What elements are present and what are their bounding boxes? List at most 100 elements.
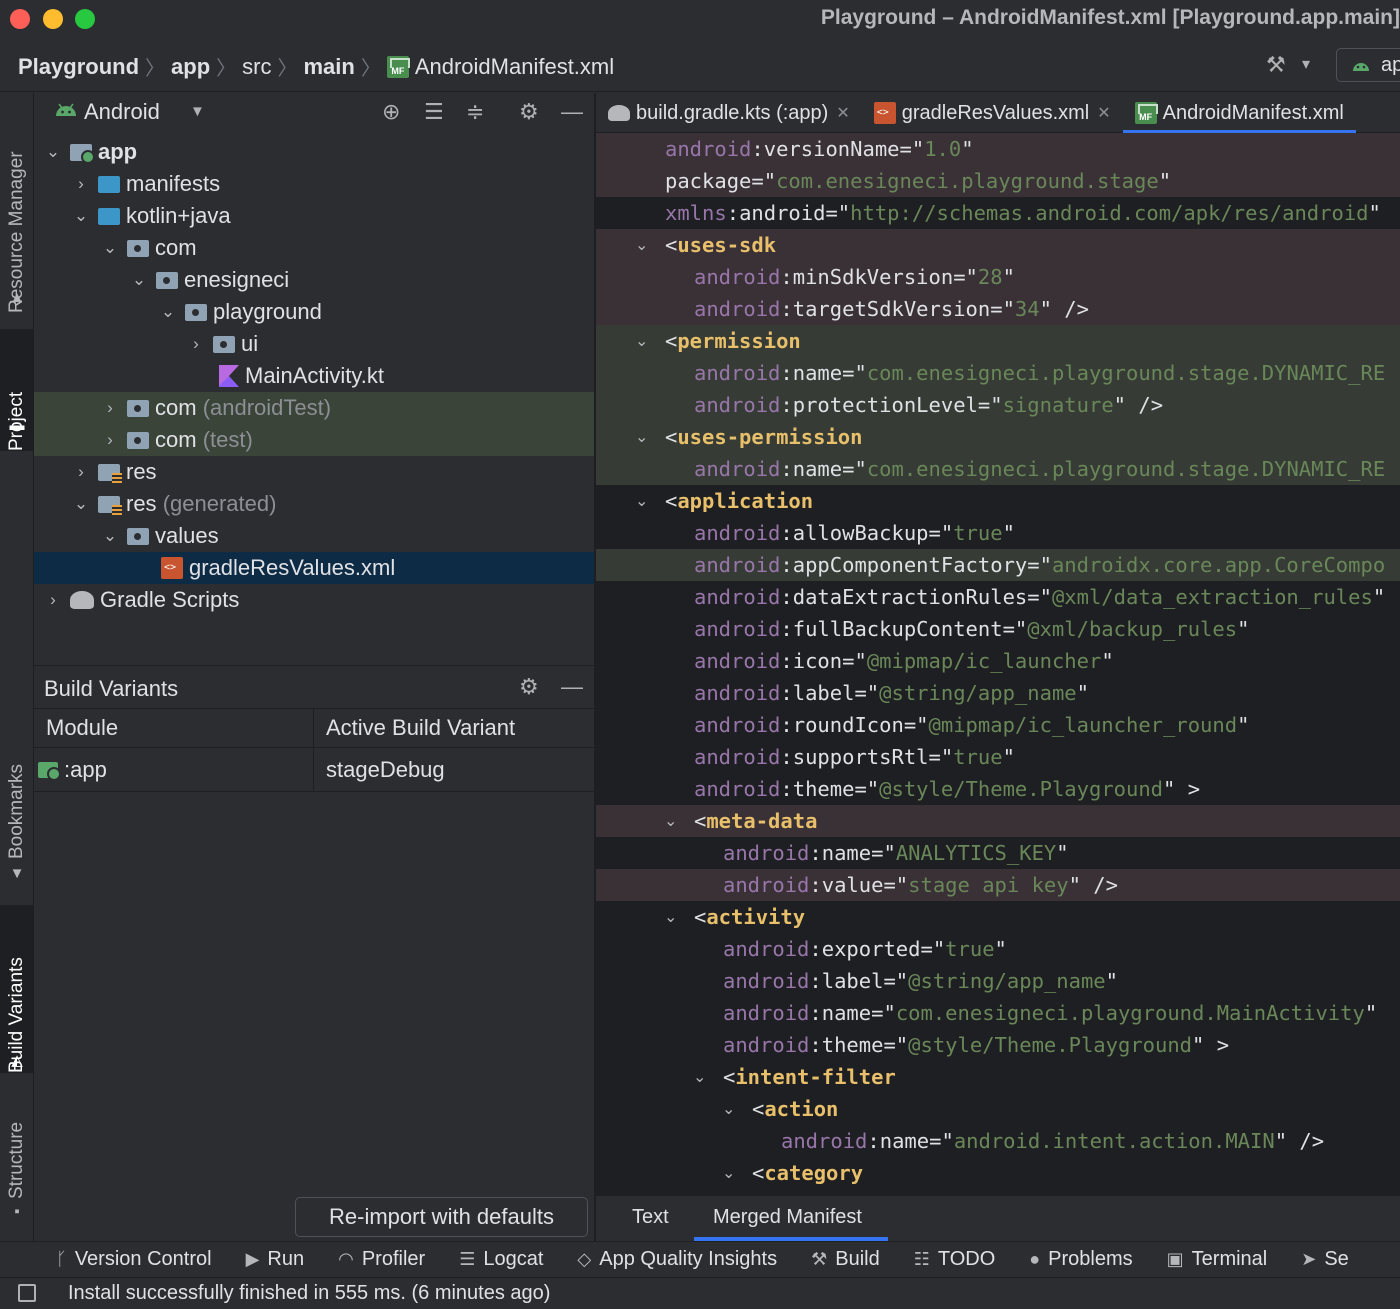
minimize-window-button[interactable] [43,9,63,29]
code-line[interactable]: android:appComponentFactory="androidx.co… [596,549,1400,581]
code-line[interactable]: android:supportsRtl="true" [596,741,1400,773]
code-line[interactable]: android:roundIcon="@mipmap/ic_launcher_r… [596,709,1400,741]
chevron-down-icon[interactable]: ▼ [190,103,205,120]
code-line[interactable]: android:value="stage api key" /> [596,869,1400,901]
code-line[interactable]: android:label="@string/app_name" [596,677,1400,709]
code-line[interactable]: android:name="com.enesigneci.playground.… [596,453,1400,485]
chevron-down-icon[interactable]: ⌄ [130,270,148,290]
chevron-right-icon[interactable]: › [72,174,90,194]
breadcrumb-item-module[interactable]: app [171,54,210,80]
tree-item-mainactivity[interactable]: MainActivity.kt [34,360,594,392]
run-configuration-selector[interactable]: app [1336,48,1400,82]
breadcrumb-item-src[interactable]: src [242,54,271,80]
fold-chevron-icon[interactable]: ⌄ [722,1157,735,1189]
chevron-right-icon[interactable]: › [72,462,90,482]
chevron-down-icon[interactable]: ▾ [1302,54,1310,74]
tool-terminal[interactable]: ▣ Terminal [1167,1248,1268,1271]
code-line[interactable]: android:icon="@mipmap/ic_launcher" [596,645,1400,677]
code-line[interactable]: ⌄ <uses-sdk [596,229,1400,261]
code-line[interactable]: android:protectionLevel="signature" /> [596,389,1400,421]
table-row[interactable]: :app stageDebug [34,748,594,792]
tab-text[interactable]: Text [632,1206,669,1229]
tree-item-gradleresvalues[interactable]: gradleResValues.xml [34,552,594,584]
chevron-down-icon[interactable]: ⌄ [72,494,90,514]
fold-chevron-icon[interactable]: ⌄ [664,901,677,933]
tool-services[interactable]: ➤ Se [1301,1248,1349,1271]
tree-item-com[interactable]: ⌄ com [34,232,594,264]
gear-icon[interactable]: ⚙ [519,99,539,125]
tree-item-enesigneci[interactable]: ⌄ enesigneci [34,264,594,296]
zoom-window-button[interactable] [75,9,95,29]
code-line[interactable]: ⌄ <application [596,485,1400,517]
tree-item-manifests[interactable]: › manifests [34,168,594,200]
code-line[interactable]: android:exported="true" [596,933,1400,965]
fold-chevron-icon[interactable]: ⌄ [635,421,648,453]
tree-item-app[interactable]: ⌄ app [34,136,594,168]
project-view-selector[interactable]: Android [84,99,160,125]
tool-todo[interactable]: ☷ TODO [914,1248,996,1271]
crosshair-icon[interactable]: ⊕ [382,99,400,125]
chevron-right-icon[interactable]: › [187,334,205,354]
code-line[interactable]: android:name="ANALYTICS_KEY" [596,837,1400,869]
code-line[interactable]: android:label="@string/app_name" [596,965,1400,997]
tool-profiler[interactable]: ◠ Profiler [338,1248,425,1271]
code-line[interactable]: android:name="com.enesigneci.playground.… [596,357,1400,389]
tab-androidmanifest[interactable]: MF AndroidManifest.xml [1122,93,1357,134]
tool-app-quality-insights[interactable]: ◇ App Quality Insights [577,1248,777,1271]
chevron-right-icon[interactable]: › [101,398,119,418]
tree-item-values[interactable]: ⌄ values [34,520,594,552]
code-line[interactable]: ⌄ <activity [596,901,1400,933]
fold-chevron-icon[interactable]: ⌄ [635,485,648,517]
tree-item-playground[interactable]: ⌄ playground [34,296,594,328]
tab-gradleresvalues[interactable]: gradleResValues.xml ✕ [862,93,1123,133]
tree-item-com-androidtest[interactable]: › com (androidTest) [34,392,594,424]
code-line[interactable]: android:fullBackupContent="@xml/backup_r… [596,613,1400,645]
minimize-icon[interactable]: — [561,99,583,125]
panel-toggle-icon[interactable] [18,1284,36,1302]
code-line[interactable]: android:targetSdkVersion="34" /> [596,293,1400,325]
breadcrumb-item-file[interactable]: AndroidManifest.xml [415,54,614,80]
tool-run[interactable]: ▶ Run [246,1248,305,1271]
fold-chevron-icon[interactable]: ⌄ [664,805,677,837]
tool-version-control[interactable]: ᚴ Version Control [56,1248,212,1271]
code-line[interactable]: ⌄ <intent-filter [596,1061,1400,1093]
code-editor[interactable]: android:versionName="1.0" package="com.en… [596,133,1400,1195]
tree-item-gradle-scripts[interactable]: › Gradle Scripts [34,584,594,616]
fold-chevron-icon[interactable]: ⌄ [693,1061,706,1093]
tool-build[interactable]: ⚒ Build [811,1248,880,1271]
tree-item-ui[interactable]: › ui [34,328,594,360]
column-header-module[interactable]: Module [34,709,314,747]
code-line[interactable]: ⌄ <action [596,1093,1400,1125]
chevron-down-icon[interactable]: ⌄ [101,526,119,546]
tab-merged-manifest[interactable]: Merged Manifest [713,1206,862,1229]
chevron-right-icon[interactable]: › [101,430,119,450]
fold-chevron-icon[interactable]: ⌄ [722,1093,735,1125]
gear-icon[interactable]: ⚙ [519,674,539,700]
chevron-down-icon[interactable]: ⌄ [101,238,119,258]
code-line[interactable]: android:name="com.enesigneci.playground.… [596,997,1400,1029]
chevron-down-icon[interactable]: ⌄ [159,302,177,322]
chevron-right-icon[interactable]: › [44,590,62,610]
code-line[interactable]: ⌄ <permission [596,325,1400,357]
code-line[interactable]: android:allowBackup="true" [596,517,1400,549]
tool-problems[interactable]: ● Problems [1029,1248,1132,1271]
fold-chevron-icon[interactable]: ⌄ [635,229,648,261]
tab-build-gradle[interactable]: build.gradle.kts (:app) ✕ [596,93,862,133]
fold-chevron-icon[interactable]: ⌄ [635,325,648,357]
tree-item-res[interactable]: › res [34,456,594,488]
tree-item-res-generated[interactable]: ⌄ res (generated) [34,488,594,520]
code-line[interactable]: android:theme="@style/Theme.Playground" … [596,1029,1400,1061]
chevron-down-icon[interactable]: ⌄ [44,142,62,162]
column-header-variant[interactable]: Active Build Variant [314,709,594,747]
expand-all-icon[interactable]: ☰ [424,99,444,125]
breadcrumb-item-project[interactable]: Playground [18,54,139,80]
hammer-icon[interactable]: ⚒ [1266,52,1286,78]
close-icon[interactable]: ✕ [1097,103,1110,123]
code-line[interactable]: android:versionName="1.0" [596,133,1400,165]
code-line[interactable]: android:minSdkVersion="28" [596,261,1400,293]
code-line[interactable]: android:name="android.intent.action.MAIN… [596,1125,1400,1157]
minimize-icon[interactable]: — [561,674,583,700]
reimport-with-defaults-button[interactable]: Re-import with defaults [295,1197,588,1237]
close-icon[interactable]: ✕ [836,103,849,123]
code-line[interactable]: ⌄ <meta-data [596,805,1400,837]
